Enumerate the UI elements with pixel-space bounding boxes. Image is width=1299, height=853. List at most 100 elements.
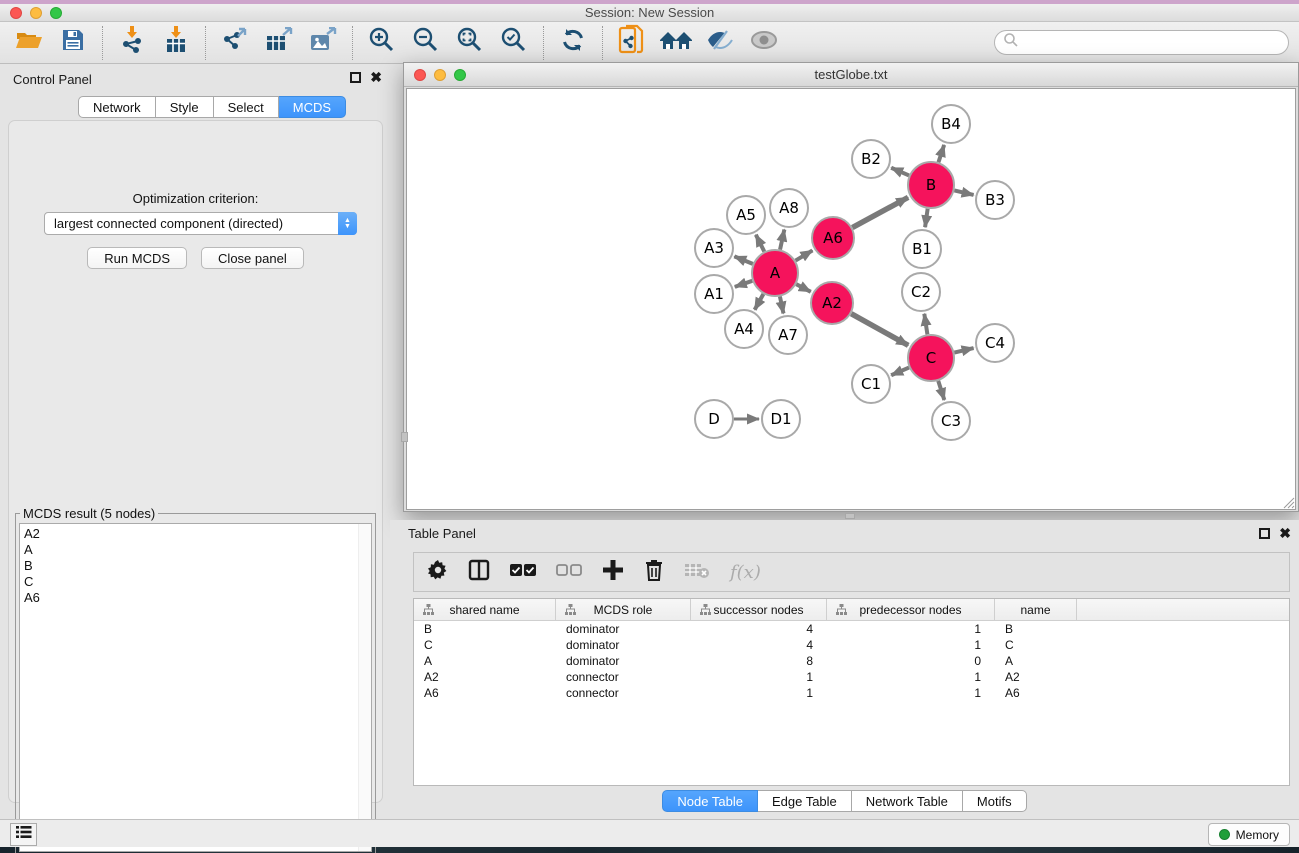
create-column-button[interactable] <box>602 559 624 586</box>
refresh-icon <box>560 27 586 58</box>
network-from-clipboard-button[interactable] <box>615 26 649 60</box>
export-network-button[interactable] <box>218 26 252 60</box>
table-row[interactable]: Adominator80A <box>414 653 1289 669</box>
export-table-button[interactable] <box>262 26 296 60</box>
table-settings-button[interactable] <box>428 560 448 585</box>
zoom-fit-button[interactable] <box>453 26 487 60</box>
node-label-D1: D1 <box>770 410 791 428</box>
hide-selected-button[interactable] <box>703 26 737 60</box>
gear-icon <box>428 560 448 585</box>
open-session-button[interactable] <box>12 26 46 60</box>
column-visibility-button[interactable] <box>468 559 490 586</box>
import-table-button[interactable] <box>159 26 193 60</box>
column-header-MCDS-role[interactable]: MCDS role <box>556 599 691 620</box>
tab-mcds[interactable]: MCDS <box>279 96 346 118</box>
cell-successor-nodes: 4 <box>691 638 827 652</box>
float-panel-icon[interactable] <box>350 72 361 83</box>
tab-style[interactable]: Style <box>156 96 214 118</box>
save-session-button[interactable] <box>56 26 90 60</box>
cell-predecessor-nodes: 1 <box>827 686 995 700</box>
status-bar: Memory <box>0 819 1299 847</box>
column-header-shared-name[interactable]: shared name <box>414 599 556 620</box>
node-label-A2: A2 <box>822 294 842 312</box>
close-panel-icon[interactable]: ✖ <box>370 72 382 83</box>
control-panel-header: Control Panel ✖ <box>0 70 390 90</box>
mcds-result-item[interactable]: B <box>20 559 371 575</box>
delete-column-button[interactable] <box>644 559 664 586</box>
cell-MCDS-role: dominator <box>556 622 691 636</box>
zoom-in-icon <box>368 26 396 59</box>
double-house-icon <box>659 28 693 57</box>
tab-network-table[interactable]: Network Table <box>852 790 963 812</box>
column-layout-icon <box>468 559 490 586</box>
edge-A-A6 <box>796 250 813 260</box>
trash-icon <box>644 559 664 586</box>
edge-B-B4 <box>938 145 944 162</box>
float-table-panel-icon[interactable] <box>1259 528 1270 539</box>
edge-B-B3 <box>954 190 973 195</box>
cell-successor-nodes: 1 <box>691 686 827 700</box>
edge-A-A3 <box>734 256 752 264</box>
table-row[interactable]: A6connector11A6 <box>414 685 1289 701</box>
refresh-layout-button[interactable] <box>556 26 590 60</box>
tab-motifs[interactable]: Motifs <box>963 790 1027 812</box>
memory-status-icon <box>1219 829 1230 840</box>
cell-shared-name: A6 <box>414 686 556 700</box>
memory-button[interactable]: Memory <box>1208 823 1290 846</box>
export-image-button[interactable] <box>306 26 340 60</box>
node-label-A1: A1 <box>704 285 724 303</box>
run-mcds-button[interactable]: Run MCDS <box>87 247 187 269</box>
node-label-B2: B2 <box>861 150 881 168</box>
column-type-icon <box>565 604 576 618</box>
table-row[interactable]: Bdominator41B <box>414 621 1289 637</box>
column-header-name[interactable]: name <box>995 599 1077 620</box>
delete-table-button[interactable] <box>684 561 710 584</box>
mcds-result-item[interactable]: A <box>20 543 371 559</box>
home-all-views-button[interactable] <box>659 26 693 60</box>
network-canvas[interactable]: B4B2BB3A8A5A6A3B1AC2A1A2A4A7C4CC1DD1C3 <box>406 88 1296 510</box>
column-header-predecessor-nodes[interactable]: predecessor nodes <box>827 599 995 620</box>
search-icon <box>1003 32 1019 53</box>
table-row[interactable]: Cdominator41C <box>414 637 1289 653</box>
tab-network[interactable]: Network <box>78 96 156 118</box>
mcds-result-item[interactable]: A2 <box>20 524 371 543</box>
mcds-result-item[interactable]: C <box>20 575 371 591</box>
export-table-icon <box>265 27 293 58</box>
zoom-selected-button[interactable] <box>497 26 531 60</box>
import-network-icon <box>119 26 145 59</box>
session-title: Session: New Session <box>0 5 1299 20</box>
close-table-panel-icon[interactable]: ✖ <box>1279 528 1291 539</box>
main-toolbar <box>0 22 1299 64</box>
mcds-tab-content: Optimization criterion: largest connecte… <box>8 120 383 803</box>
search-input[interactable] <box>994 30 1289 55</box>
cell-successor-nodes: 8 <box>691 654 827 668</box>
mcds-result-item[interactable]: A6 <box>20 591 371 607</box>
column-header-filler <box>1077 599 1289 620</box>
list-scrollbar[interactable] <box>358 524 371 851</box>
deselect-all-button[interactable] <box>556 563 582 582</box>
window-resize-grip[interactable] <box>1283 496 1295 508</box>
tab-node-table[interactable]: Node Table <box>662 790 758 812</box>
show-all-button[interactable] <box>747 26 781 60</box>
tab-select[interactable]: Select <box>214 96 279 118</box>
mcds-result-list[interactable]: A2ABCA6 <box>19 523 372 852</box>
vertical-splitter-handle[interactable] <box>401 432 408 442</box>
zoom-out-button[interactable] <box>409 26 443 60</box>
list-icon <box>16 825 32 844</box>
import-network-button[interactable] <box>115 26 149 60</box>
node-label-A4: A4 <box>734 320 754 338</box>
select-all-button[interactable] <box>510 563 536 582</box>
zoom-in-button[interactable] <box>365 26 399 60</box>
node-label-B3: B3 <box>985 191 1005 209</box>
show-panels-button[interactable] <box>10 823 37 846</box>
column-label: MCDS role <box>594 603 653 617</box>
tab-edge-table[interactable]: Edge Table <box>758 790 852 812</box>
network-window-titlebar[interactable]: testGlobe.txt <box>404 63 1298 87</box>
close-panel-button[interactable]: Close panel <box>201 247 304 269</box>
apply-function-button[interactable]: f(x) <box>730 562 761 583</box>
table-row[interactable]: A2connector11A2 <box>414 669 1289 685</box>
column-header-successor-nodes[interactable]: successor nodes <box>691 599 827 620</box>
cell-shared-name: A2 <box>414 670 556 684</box>
horizontal-splitter-handle[interactable] <box>845 513 855 519</box>
criterion-dropdown[interactable]: largest connected component (directed) ▲… <box>44 212 357 235</box>
